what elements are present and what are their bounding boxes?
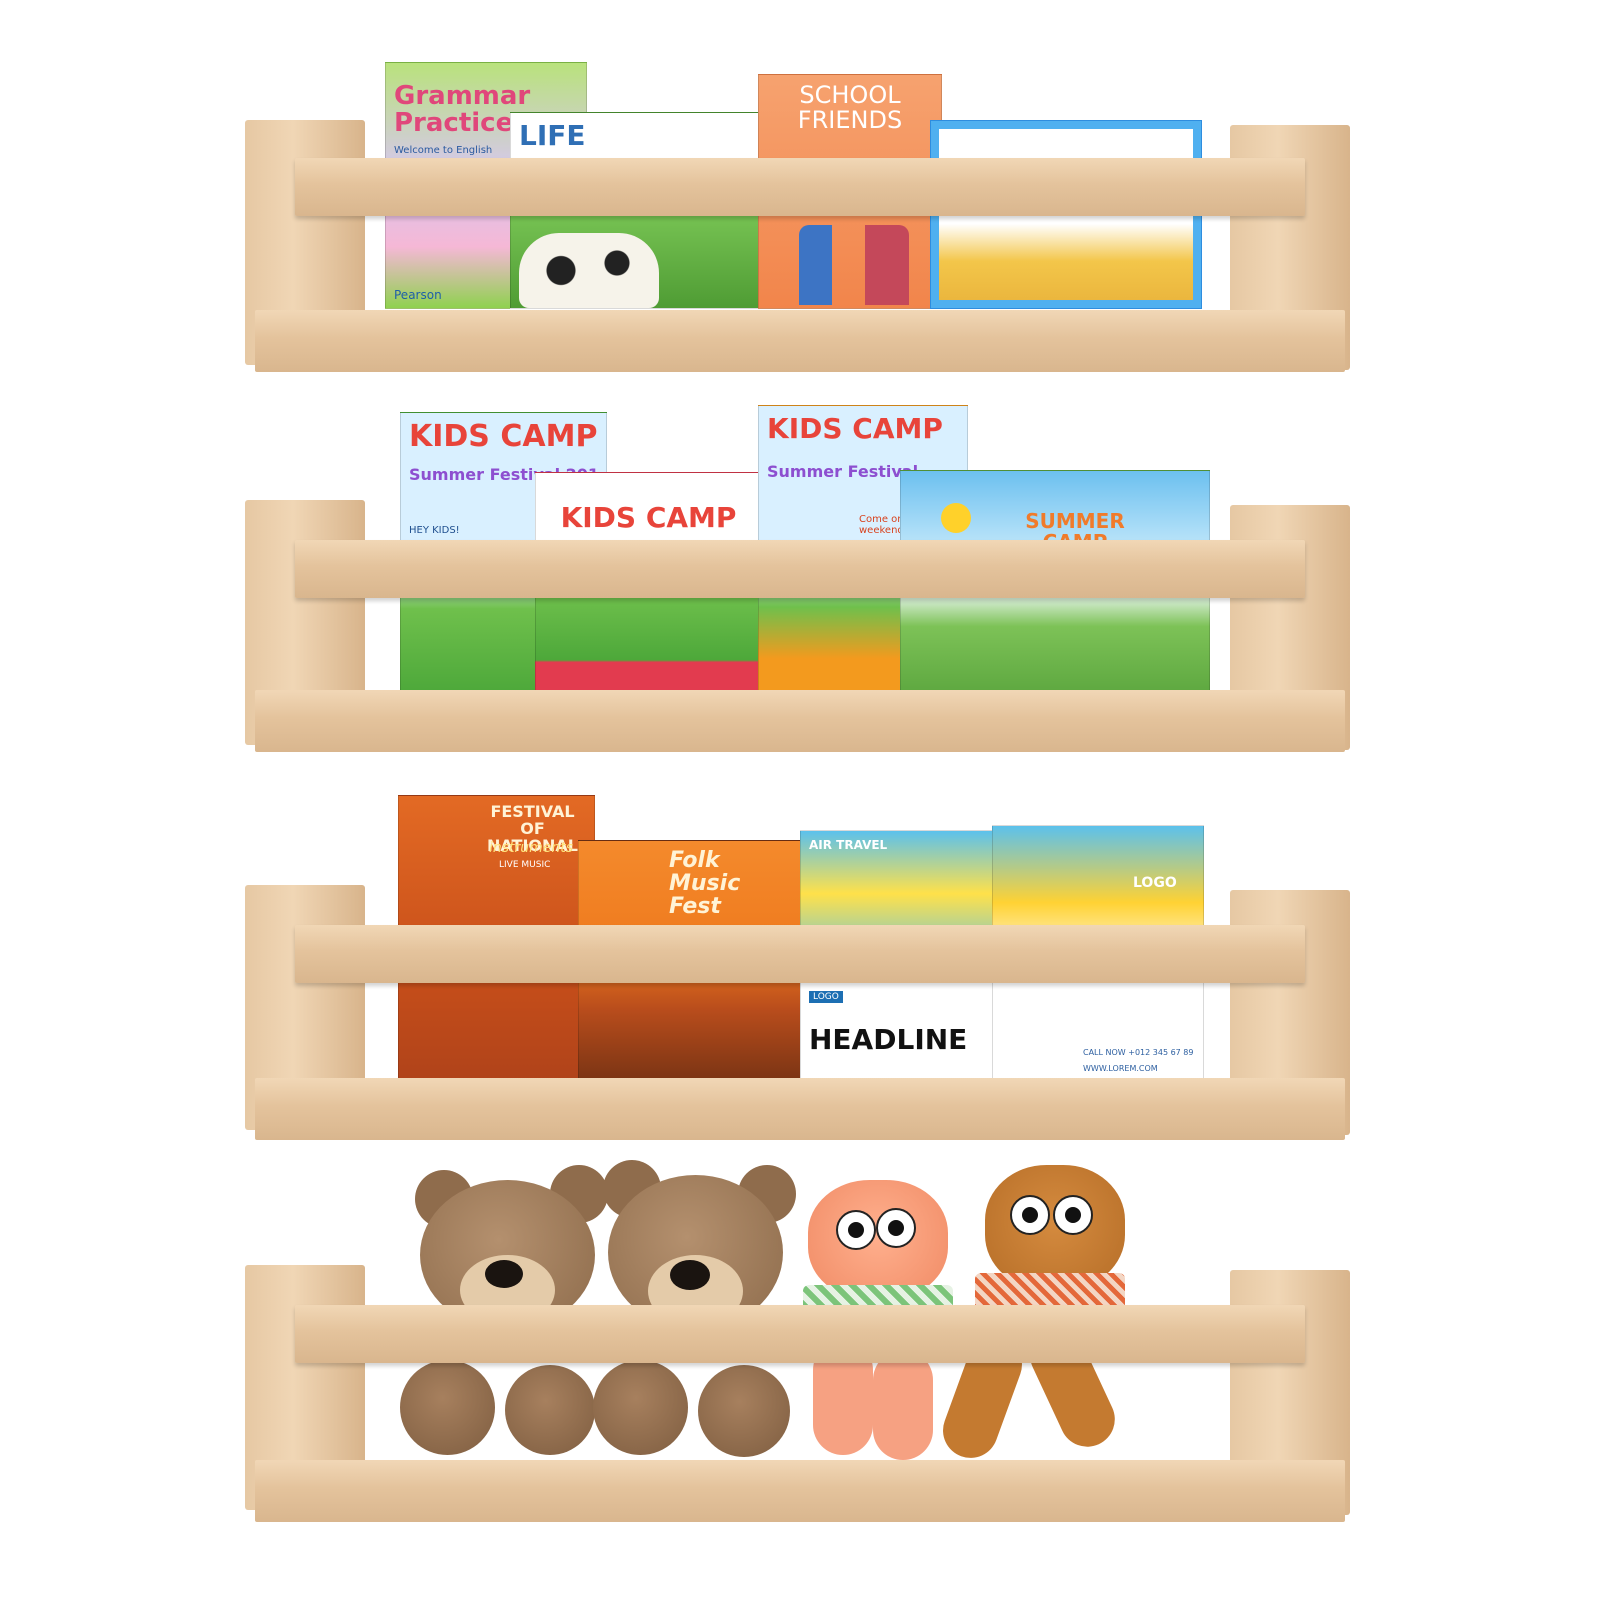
cat-eye [836, 1210, 876, 1250]
cat-eye [876, 1208, 916, 1248]
bear-nose [485, 1260, 523, 1288]
bear-leg [505, 1365, 595, 1455]
bear-leg [698, 1365, 790, 1457]
cat-eye [1010, 1195, 1050, 1235]
bear-leg [400, 1360, 495, 1455]
cat-head [808, 1180, 948, 1300]
cat-head [985, 1165, 1125, 1290]
shelf-4 [0, 0, 1600, 1600]
cat-eye [1053, 1195, 1093, 1235]
bear-leg [593, 1360, 688, 1455]
shelf-4-front-rail [295, 1305, 1305, 1363]
bear-nose [670, 1260, 710, 1290]
shelf-4-base [255, 1460, 1345, 1522]
cat-leg [873, 1350, 933, 1460]
